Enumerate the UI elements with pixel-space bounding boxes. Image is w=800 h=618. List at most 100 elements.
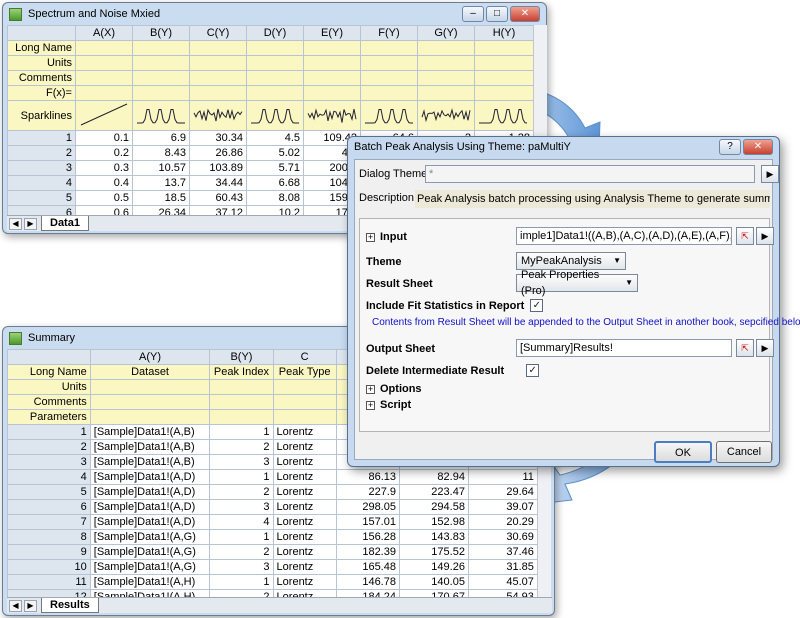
expand-script-icon[interactable]: + — [366, 400, 375, 410]
column-header[interactable]: F(Y) — [360, 25, 418, 41]
column-header[interactable]: C — [272, 349, 337, 365]
meta-row-header[interactable]: Long Name — [7, 364, 91, 380]
meta-cell[interactable] — [417, 85, 475, 101]
data-cell[interactable]: 143.83 — [398, 529, 469, 545]
meta-cell[interactable] — [89, 409, 211, 425]
column-header[interactable]: C(Y) — [189, 25, 247, 41]
sparkline-cell[interactable] — [75, 100, 133, 131]
help-button[interactable]: ? — [719, 139, 741, 155]
data-cell[interactable]: 11 — [467, 469, 537, 485]
data-cell[interactable]: 0.1 — [75, 130, 133, 146]
meta-cell[interactable]: Peak Type — [272, 364, 337, 380]
data-cell[interactable]: 39.07 — [467, 499, 537, 515]
meta-cell[interactable] — [417, 55, 475, 71]
sparkline-cell[interactable] — [189, 100, 247, 131]
data-cell[interactable]: 298.05 — [335, 499, 400, 515]
data-cell[interactable]: Lorentz — [272, 499, 337, 515]
expand-input-icon[interactable]: + — [366, 232, 375, 242]
data-cell[interactable]: 31.85 — [467, 559, 537, 575]
meta-cell[interactable] — [189, 70, 247, 86]
meta-cell[interactable] — [303, 70, 361, 86]
tab-data1[interactable]: Data1 — [41, 216, 89, 231]
data-cell[interactable]: [Sample]Data1!(A,D) — [89, 469, 211, 485]
data-cell[interactable]: 8.43 — [132, 145, 190, 161]
column-header[interactable]: B(Y) — [132, 25, 190, 41]
data-cell[interactable]: [Sample]Data1!(A,D) — [89, 484, 211, 500]
corner-cell[interactable] — [7, 25, 76, 41]
row-number[interactable]: 11 — [7, 574, 91, 590]
data-cell[interactable]: 0.3 — [75, 160, 133, 176]
meta-cell[interactable] — [189, 55, 247, 71]
data-cell[interactable]: 60.43 — [189, 190, 247, 206]
data-cell[interactable]: 227.9 — [335, 484, 400, 500]
data-cell[interactable]: [Sample]Data1!(A,G) — [89, 529, 211, 545]
delete-intermediate-checkbox[interactable]: ✓ — [526, 364, 540, 377]
minimize-button[interactable]: – — [462, 6, 484, 22]
data-cell[interactable]: 13.7 — [132, 175, 190, 191]
data-cell[interactable]: 8.08 — [246, 190, 304, 206]
data-cell[interactable]: 182.39 — [335, 544, 400, 560]
row-number[interactable]: 8 — [7, 529, 91, 545]
column-header[interactable]: B(Y) — [209, 349, 274, 365]
dialog-titlebar[interactable]: Batch Peak Analysis Using Theme: paMulti… — [348, 137, 779, 157]
data-cell[interactable]: 37.46 — [467, 544, 537, 560]
data-cell[interactable]: 223.47 — [398, 484, 469, 500]
data-cell[interactable]: 37.12 — [189, 205, 247, 215]
data-cell[interactable]: 0.5 — [75, 190, 133, 206]
meta-row-header[interactable]: Parameters — [7, 409, 91, 425]
column-header[interactable]: H(Y) — [474, 25, 533, 41]
sparkline-cell[interactable] — [474, 100, 533, 131]
meta-row-header[interactable]: Comments — [7, 394, 91, 410]
data-cell[interactable]: 1 — [209, 529, 274, 545]
tab-next-icon[interactable]: ▶ — [24, 599, 37, 612]
input-select-icon[interactable]: ⇱ — [736, 227, 754, 245]
meta-cell[interactable] — [246, 85, 304, 101]
data-cell[interactable]: 34.44 — [189, 175, 247, 191]
data-cell[interactable]: 45.07 — [467, 574, 537, 590]
data-cell[interactable]: 4 — [209, 514, 274, 530]
meta-cell[interactable] — [209, 409, 274, 425]
meta-row-header[interactable]: Units — [7, 379, 91, 395]
meta-cell[interactable] — [303, 40, 361, 56]
meta-cell[interactable] — [272, 394, 337, 410]
row-number[interactable]: 4 — [7, 175, 76, 191]
meta-cell[interactable] — [474, 85, 533, 101]
meta-row-header[interactable]: F(x)= — [7, 85, 76, 101]
output-sheet-field[interactable]: [Summary]Results! — [516, 339, 732, 357]
row-number[interactable]: 6 — [7, 499, 91, 515]
meta-cell[interactable] — [474, 40, 533, 56]
tab-results[interactable]: Results — [41, 598, 99, 613]
dialog-close-button[interactable]: ✕ — [743, 139, 773, 155]
data-cell[interactable]: Lorentz — [272, 484, 337, 500]
row-number[interactable]: 10 — [7, 559, 91, 575]
data-cell[interactable]: 156.28 — [335, 529, 400, 545]
row-number[interactable]: 6 — [7, 205, 76, 215]
data-cell[interactable]: 149.26 — [398, 559, 469, 575]
meta-cell[interactable] — [209, 394, 274, 410]
cancel-button[interactable]: Cancel — [716, 441, 772, 463]
close-button[interactable]: ✕ — [510, 6, 540, 22]
data-cell[interactable]: 20.29 — [467, 514, 537, 530]
meta-cell[interactable] — [132, 70, 190, 86]
row-number[interactable]: 1 — [7, 130, 76, 146]
meta-cell[interactable] — [75, 55, 133, 71]
meta-cell[interactable] — [417, 40, 475, 56]
data-cell[interactable]: 3 — [209, 454, 274, 470]
data-cell[interactable]: 0.2 — [75, 145, 133, 161]
meta-cell[interactable] — [360, 40, 418, 56]
theme-flyout-button[interactable]: ▶ — [761, 165, 779, 183]
row-number[interactable]: 9 — [7, 544, 91, 560]
meta-cell[interactable] — [89, 379, 211, 395]
meta-cell[interactable] — [417, 70, 475, 86]
output-select-icon[interactable]: ⇱ — [736, 339, 754, 357]
data-cell[interactable]: 86.13 — [335, 469, 400, 485]
data-cell[interactable]: 10.2 — [246, 205, 304, 215]
data-cell[interactable]: Lorentz — [272, 454, 337, 470]
data-cell[interactable]: 18.5 — [132, 190, 190, 206]
sparkline-cell[interactable] — [303, 100, 361, 131]
data-cell[interactable]: 140.05 — [398, 574, 469, 590]
data-cell[interactable]: 152.98 — [398, 514, 469, 530]
data-cell[interactable]: 1 — [209, 574, 274, 590]
meta-cell[interactable] — [360, 85, 418, 101]
include-fit-checkbox[interactable]: ✓ — [530, 299, 544, 312]
